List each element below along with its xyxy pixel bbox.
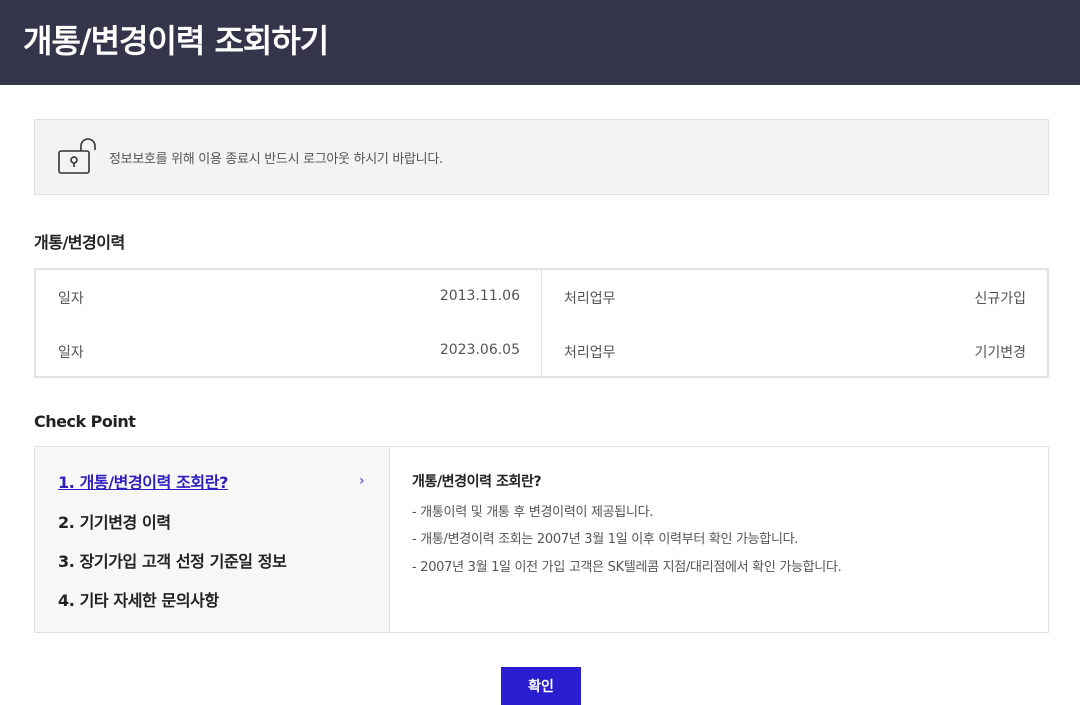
table-divider [541, 270, 542, 376]
history-section-title: 개통/변경이력 [34, 233, 125, 252]
chevron-right-icon: › [359, 473, 365, 489]
history-table: 일자 2013.11.06 처리업무 신규가입 일자 2023.06.05 처리… [34, 268, 1049, 378]
checkpoint-menu: 1. 개통/변경이력 조회란? › 2. 기기변경 이력 3. 장기가입 고객 … [35, 447, 390, 632]
checkpoint-item-2[interactable]: 2. 기기변경 이력 [58, 509, 171, 533]
checkpoint-item-3[interactable]: 3. 장기가입 고객 선정 기준일 정보 [58, 548, 287, 572]
checkpoint-detail-line: - 2007년 3월 1일 이전 가입 고객은 SK텔레콤 지점/대리점에서 확… [412, 560, 842, 575]
row1-task-label: 처리업무 [564, 291, 616, 307]
row1-task-value: 신규가입 [974, 291, 1026, 307]
security-notice: 정보보호를 위해 이용 종료시 반드시 로그아웃 하시기 바랍니다. [34, 119, 1049, 195]
page-header: 개통/변경이력 조회하기 [0, 0, 1080, 85]
checkpoint-item-1[interactable]: 1. 개통/변경이력 조회란? [58, 469, 228, 493]
checkpoint-detail-title: 개통/변경이력 조회란? [412, 474, 542, 490]
notice-text: 정보보호를 위해 이용 종료시 반드시 로그아웃 하시기 바랍니다. [109, 152, 443, 167]
checkpoint-detail-line: - 개통/변경이력 조회는 2007년 3월 1일 이후 이력부터 확인 가능합… [412, 532, 799, 547]
unlock-icon [58, 138, 96, 174]
row1-date-label: 일자 [58, 291, 84, 307]
checkpoint-detail-line: - 개통이력 및 개통 후 변경이력이 제공됩니다. [412, 505, 654, 520]
checkpoint-item-4[interactable]: 4. 기타 자세한 문의사항 [58, 587, 219, 611]
page-title: 개통/변경이력 조회하기 [23, 22, 329, 60]
confirm-button[interactable]: 확인 [501, 667, 581, 705]
row2-task-label: 처리업무 [564, 345, 616, 361]
row2-task-value: 기기변경 [974, 345, 1026, 361]
checkpoint-section-title: Check Point [34, 412, 136, 431]
row1-date-value: 2013.11.06 [439, 288, 520, 304]
row2-date-value: 2023.06.05 [439, 342, 520, 358]
checkpoint-panel: 1. 개통/변경이력 조회란? › 2. 기기변경 이력 3. 장기가입 고객 … [34, 446, 1049, 633]
row2-date-label: 일자 [58, 345, 84, 361]
